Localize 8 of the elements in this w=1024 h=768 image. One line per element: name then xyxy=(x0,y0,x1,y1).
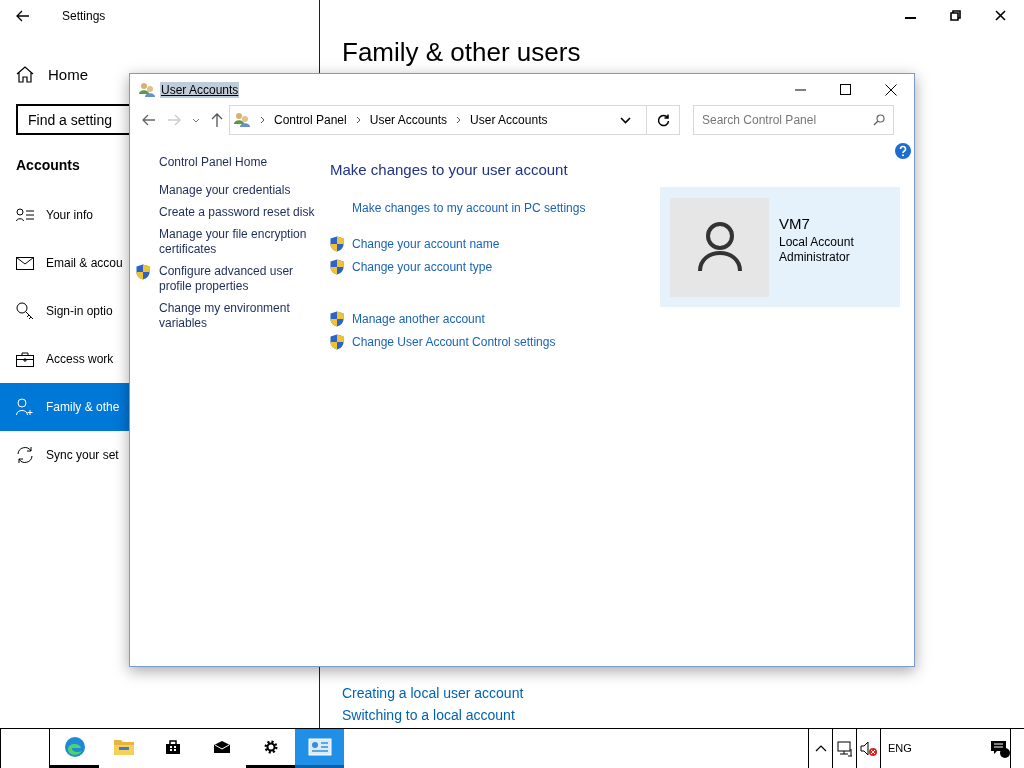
window-title: User Accounts xyxy=(160,81,240,98)
section-heading: Accounts xyxy=(16,157,80,175)
page-title: Family & other users xyxy=(342,36,582,68)
account-name: VM7 xyxy=(779,215,811,232)
window-title: Settings xyxy=(62,9,106,23)
account-type: Local Account xyxy=(779,235,854,250)
account-role: Administrator xyxy=(779,250,851,265)
section-heading: Make changes to your user account xyxy=(330,161,569,178)
